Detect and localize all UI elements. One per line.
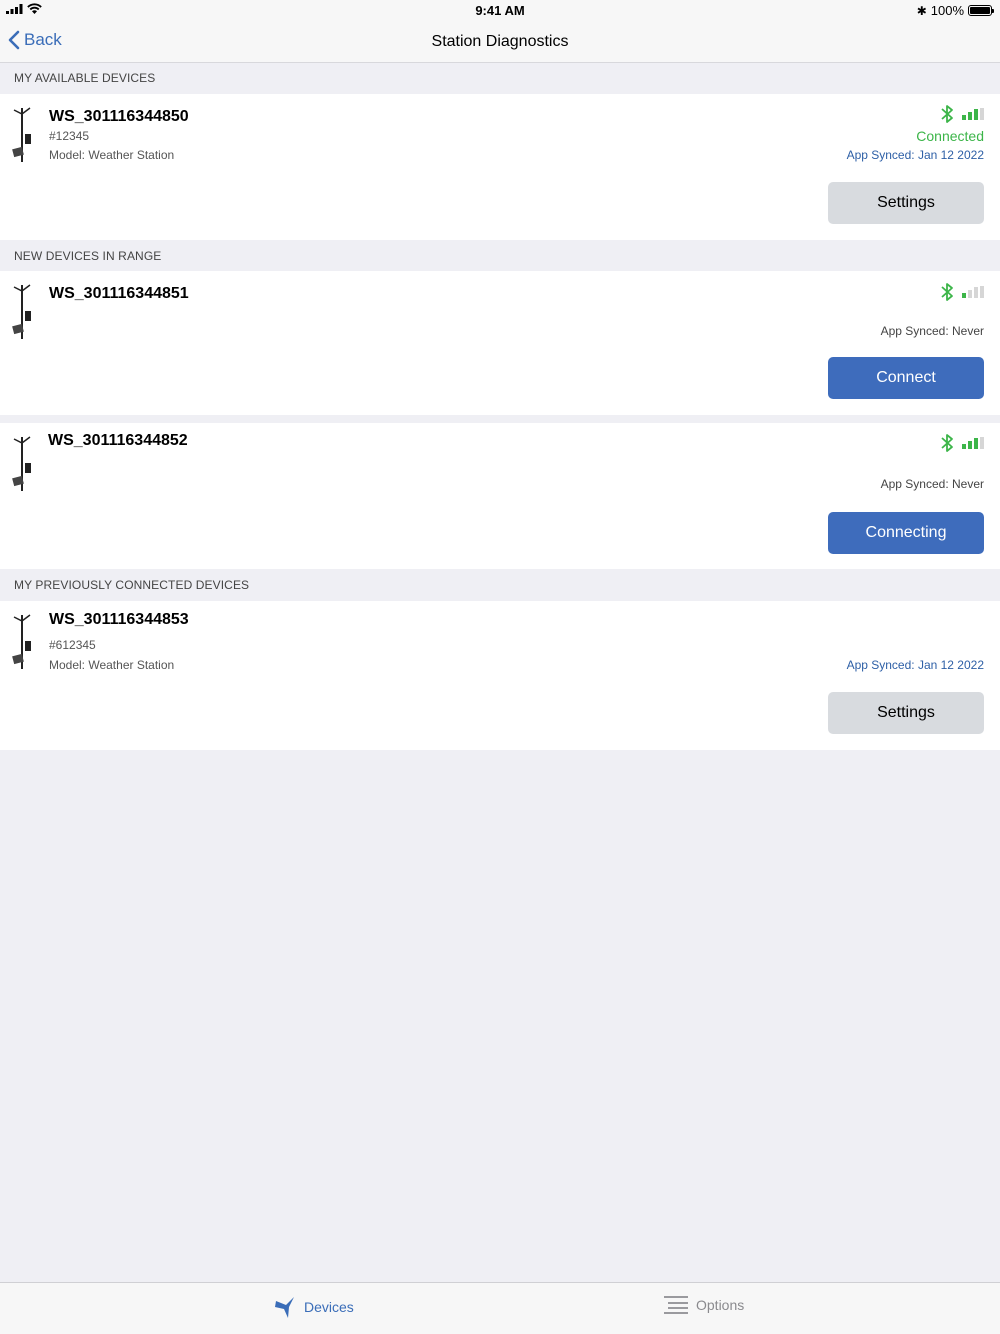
page-title: Station Diagnostics bbox=[431, 33, 569, 50]
device-card-new-2: WS_301116344852 App Synced: Never Connec… bbox=[0, 423, 1000, 569]
connect-button[interactable]: Connect bbox=[828, 357, 984, 399]
signal-strength-icon bbox=[962, 108, 984, 120]
tab-devices-label: Devices bbox=[304, 1299, 354, 1315]
bird-icon bbox=[275, 1297, 294, 1318]
navigation-bar: Back Station Diagnostics bbox=[0, 22, 1000, 63]
connection-status: Connected bbox=[916, 128, 984, 144]
connection-icons bbox=[940, 433, 984, 453]
device-card-new-1: WS_301116344851 App Synced: Never Connec… bbox=[0, 271, 1000, 415]
status-bar: 9:41 AM ✱ 100% bbox=[0, 0, 1000, 22]
sync-status: App Synced: Never bbox=[880, 324, 984, 338]
weather-station-icon bbox=[12, 284, 31, 339]
connecting-button[interactable]: Connecting bbox=[828, 512, 984, 554]
status-time: 9:41 AM bbox=[475, 3, 525, 18]
settings-button[interactable]: Settings bbox=[828, 182, 984, 224]
device-name: WS_301116344850 bbox=[49, 108, 189, 125]
battery-percent: 100% bbox=[930, 3, 964, 18]
list-icon bbox=[664, 1296, 688, 1314]
bluetooth-status-icon: ✱ bbox=[916, 3, 927, 18]
bluetooth-icon bbox=[941, 434, 953, 452]
sync-status: App Synced: Jan 12 2022 bbox=[846, 658, 984, 672]
tab-options-label: Options bbox=[696, 1297, 745, 1313]
tab-bar: Devices Options bbox=[0, 1282, 1000, 1334]
connection-icons bbox=[940, 282, 984, 302]
bluetooth-icon bbox=[941, 105, 953, 123]
sync-status: App Synced: Jan 12 2022 bbox=[846, 148, 984, 162]
bluetooth-icon bbox=[941, 283, 953, 301]
sync-status: App Synced: Never bbox=[880, 477, 984, 491]
weather-station-icon bbox=[12, 614, 31, 669]
section-header-previous: MY PREVIOUSLY CONNECTED DEVICES bbox=[14, 578, 250, 592]
device-name: WS_301116344851 bbox=[49, 285, 189, 302]
device-model: Model: Weather Station bbox=[49, 148, 175, 162]
connection-icons bbox=[940, 104, 984, 124]
weather-station-icon bbox=[12, 107, 31, 162]
tab-options[interactable]: Options bbox=[664, 1295, 744, 1315]
device-id: #12345 bbox=[49, 129, 90, 143]
section-header-available: MY AVAILABLE DEVICES bbox=[14, 71, 156, 85]
battery-icon bbox=[968, 5, 994, 16]
status-right: ✱ 100% bbox=[916, 3, 994, 18]
settings-button[interactable]: Settings bbox=[828, 692, 984, 734]
section-header-new: NEW DEVICES IN RANGE bbox=[14, 249, 162, 263]
weather-station-icon bbox=[12, 436, 31, 491]
device-name: WS_301116344853 bbox=[49, 611, 189, 628]
tab-devices[interactable]: Devices bbox=[274, 1295, 354, 1319]
device-card-available: WS_301116344850 #12345 Model: Weather St… bbox=[0, 94, 1000, 240]
device-name: WS_301116344852 bbox=[48, 432, 188, 449]
device-id: #612345 bbox=[49, 638, 96, 652]
device-card-previous: WS_301116344853 #612345 Model: Weather S… bbox=[0, 601, 1000, 750]
signal-strength-icon bbox=[962, 437, 984, 449]
signal-strength-icon bbox=[962, 286, 984, 298]
device-model: Model: Weather Station bbox=[49, 658, 175, 672]
